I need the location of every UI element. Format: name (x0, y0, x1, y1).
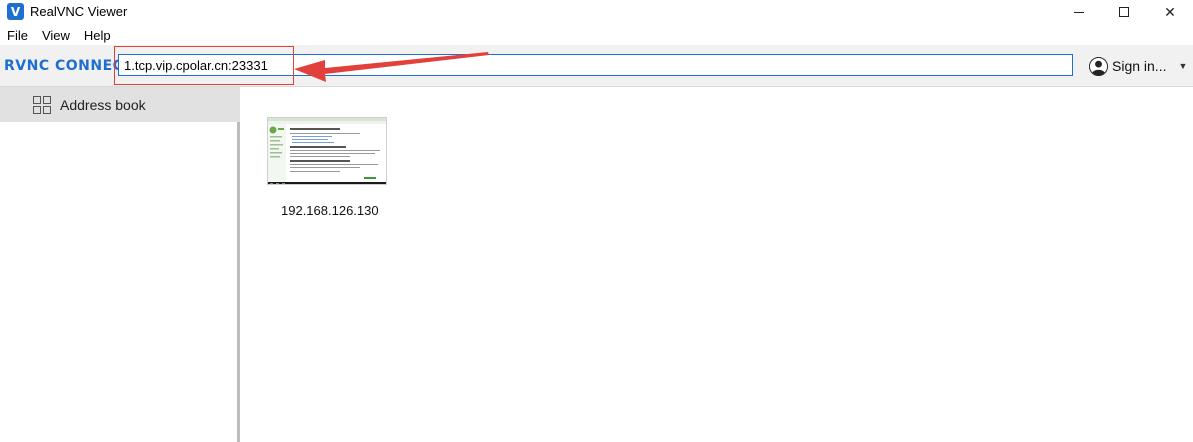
realvnc-app-icon: V (7, 3, 24, 20)
menu-help[interactable]: Help (77, 27, 118, 45)
vnc-connect-logo: RVNC CONNECT (4, 58, 134, 74)
sidebar-item-label: Address book (60, 96, 146, 113)
sidebar-item-address-book[interactable]: Address book (0, 87, 240, 122)
window-title: RealVNC Viewer (30, 4, 128, 19)
main-content: 192.168.126.130 (243, 87, 1193, 442)
maximize-icon (1119, 7, 1129, 17)
minimize-icon (1074, 11, 1084, 13)
chevron-down-icon[interactable]: ▼ (1178, 61, 1187, 71)
close-icon: ✕ (1164, 3, 1176, 20)
sign-in-label: Sign in... (1112, 58, 1167, 74)
toolbar: RVNC CONNECT (0, 45, 1193, 87)
address-input[interactable] (118, 54, 1073, 76)
title-bar: V RealVNC Viewer ✕ (0, 0, 1193, 24)
desktop-thumbnail[interactable] (267, 117, 387, 185)
grid-icon (33, 95, 51, 114)
minimize-button[interactable] (1056, 0, 1102, 24)
menu-view[interactable]: View (35, 27, 77, 45)
menu-bar: File View Help (0, 27, 118, 45)
menu-file[interactable]: File (0, 27, 35, 45)
user-icon (1089, 56, 1108, 76)
sign-in-button[interactable]: Sign in... ▼ (1089, 54, 1187, 78)
desktop-preview-image (268, 118, 386, 184)
maximize-button[interactable] (1101, 0, 1147, 24)
connection-label: 192.168.126.130 (281, 203, 379, 218)
sidebar: Address book (0, 87, 240, 442)
close-button[interactable]: ✕ (1147, 0, 1193, 24)
